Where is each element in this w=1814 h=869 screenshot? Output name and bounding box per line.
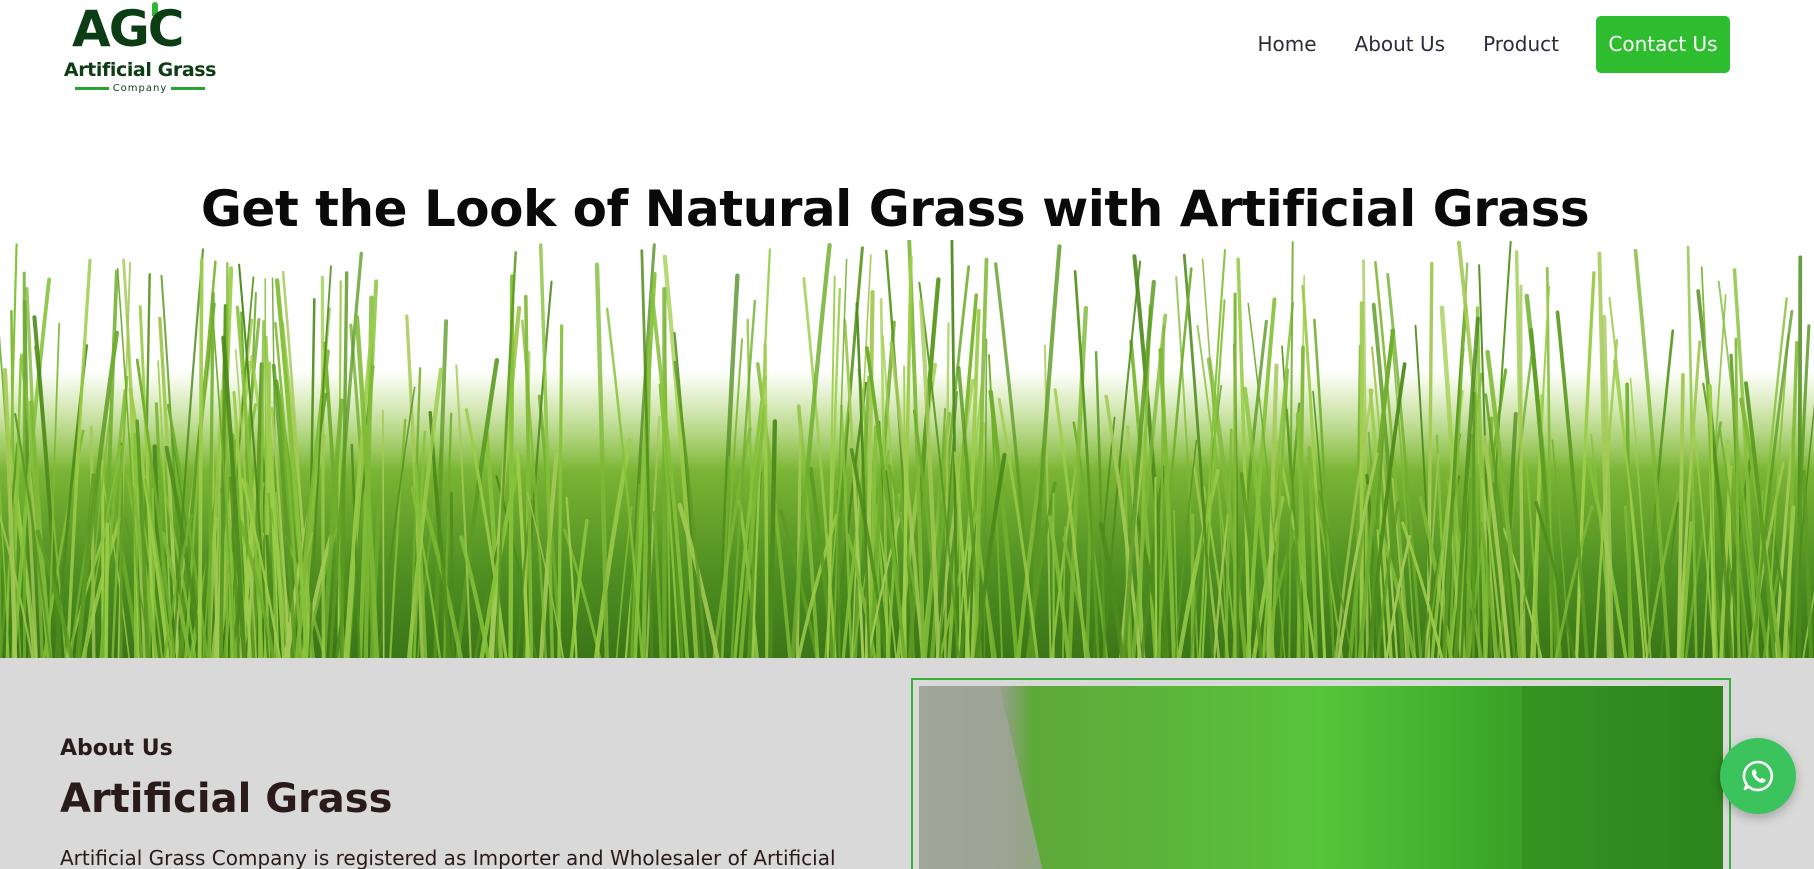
hero-section: Get the Look of Natural Grass with Artif… <box>0 100 1814 658</box>
logo-subtitle-row: Company <box>60 83 220 94</box>
whatsapp-button[interactable] <box>1720 738 1796 814</box>
about-description: Artificial Grass Company is registered a… <box>60 846 836 869</box>
logo-monogram: AGC <box>72 0 184 58</box>
contact-us-button[interactable]: Contact Us <box>1596 15 1730 73</box>
hero-title: Get the Look of Natural Grass with Artif… <box>200 180 1590 238</box>
about-kicker: About Us <box>60 736 173 761</box>
nav-link-product[interactable]: Product <box>1483 32 1559 56</box>
hero-grass-image <box>0 240 1814 658</box>
about-section: About Us Artificial Grass Artificial Gra… <box>0 658 1814 869</box>
nav-link-home[interactable]: Home <box>1257 32 1316 56</box>
logo-divider <box>171 87 206 90</box>
logo-name: Artificial Grass <box>63 59 217 81</box>
whatsapp-icon <box>1742 760 1774 792</box>
about-title: Artificial Grass <box>60 776 393 822</box>
site-header: AGC Artificial Grass Company Home About … <box>0 0 1814 100</box>
logo-subtitle: Company <box>112 83 168 94</box>
about-image-frame <box>911 678 1731 869</box>
turf-photo <box>919 686 1723 869</box>
logo-divider <box>74 87 109 90</box>
company-logo[interactable]: AGC Artificial Grass Company <box>60 0 220 98</box>
main-nav: Home About Us Product Contact Us <box>1219 15 1730 73</box>
turf-image <box>919 686 1723 869</box>
nav-link-about-us[interactable]: About Us <box>1355 32 1446 56</box>
